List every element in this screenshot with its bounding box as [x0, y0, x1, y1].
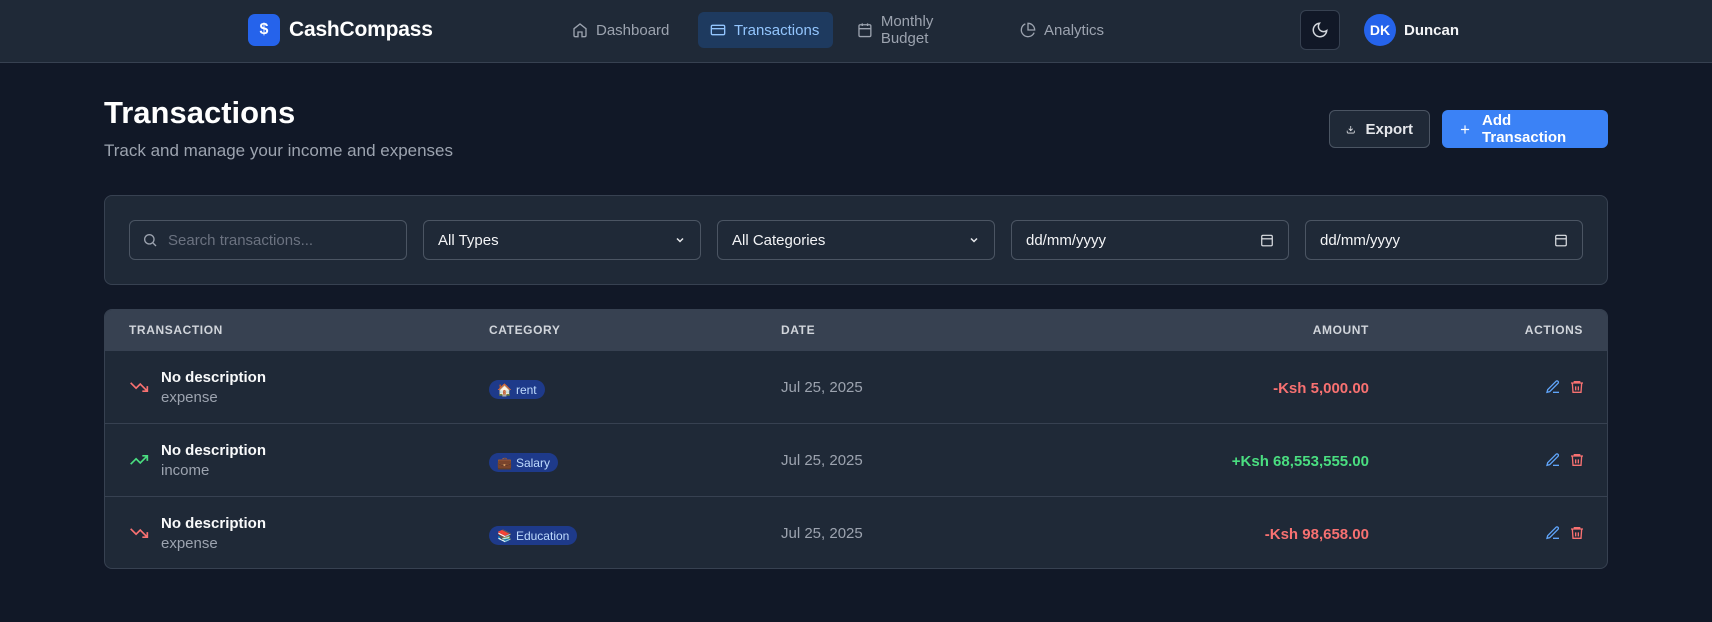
transaction-date: Jul 25, 2025: [781, 379, 863, 396]
nav-transactions-label: Transactions: [734, 21, 820, 39]
top-navbar: $ CashCompass Dashboard Transactions Mon…: [0, 0, 1712, 63]
header-date: DATE: [781, 323, 816, 337]
brand[interactable]: $ CashCompass: [248, 14, 433, 46]
category-select-value: All Categories: [732, 231, 826, 249]
nav-dashboard-label: Dashboard: [596, 21, 670, 39]
trash-icon[interactable]: [1569, 379, 1585, 395]
nav-dashboard[interactable]: Dashboard: [560, 12, 686, 48]
download-icon: [1346, 125, 1355, 133]
transaction-type: expense: [161, 389, 218, 406]
edit-icon[interactable]: [1545, 452, 1561, 468]
plus-icon: [1460, 124, 1470, 134]
nav-monthly-budget-label: Monthly Budget: [880, 13, 934, 47]
table-row[interactable]: No description expense 🏠 rent Jul 25, 20…: [105, 350, 1607, 423]
transaction-description: No description: [161, 369, 267, 386]
books-icon: 📚: [497, 528, 512, 543]
moon-icon: [1312, 22, 1328, 38]
house-icon: 🏠: [497, 382, 512, 397]
transaction-amount: -Ksh 98,658.00: [1264, 526, 1369, 543]
nav-analytics-label: Analytics: [1044, 21, 1105, 39]
chevron-down-icon: [970, 237, 978, 243]
header-amount: AMOUNT: [1312, 323, 1369, 337]
table-row[interactable]: No description expense 📚 Education Jul 2…: [105, 496, 1607, 568]
export-label: Export: [1365, 120, 1413, 138]
date-from-input[interactable]: dd/mm/yyyy: [1011, 220, 1289, 260]
page-title: Transactions: [104, 95, 296, 130]
type-select[interactable]: All Types: [423, 220, 701, 260]
transaction-date: Jul 25, 2025: [781, 452, 863, 469]
transaction-type: expense: [161, 535, 218, 552]
trash-icon[interactable]: [1569, 525, 1585, 541]
category-select[interactable]: All Categories: [717, 220, 995, 260]
transaction-amount: +Ksh 68,553,555.00: [1231, 453, 1369, 470]
transaction-date: Jul 25, 2025: [781, 525, 863, 542]
search-icon: [144, 234, 157, 247]
export-button[interactable]: Export: [1329, 110, 1430, 148]
category-badge: 🏠 rent: [489, 380, 545, 399]
date-from-value: dd/mm/yyyy: [1026, 231, 1107, 249]
edit-icon[interactable]: [1545, 379, 1561, 395]
transaction-description: No description: [161, 442, 267, 459]
category-badge: 💼 Salary: [489, 453, 558, 472]
theme-toggle-button[interactable]: [1300, 10, 1340, 50]
nav-transactions[interactable]: Transactions: [698, 12, 833, 48]
table-row[interactable]: No description income 💼 Salary Jul 25, 2…: [105, 423, 1607, 496]
pie-chart-icon: [1020, 22, 1036, 38]
category-badge: 📚 Education: [489, 526, 578, 545]
nav-analytics[interactable]: Analytics: [1008, 12, 1120, 48]
trending-down-icon: [130, 382, 149, 392]
user-menu[interactable]: DK Duncan: [1364, 14, 1459, 46]
calendar-icon: [1555, 234, 1567, 247]
credit-card-icon: [710, 24, 726, 36]
date-to-value: dd/mm/yyyy: [1320, 231, 1401, 249]
trending-down-icon: [130, 528, 149, 538]
edit-icon[interactable]: [1545, 525, 1561, 541]
briefcase-icon: 💼: [497, 455, 512, 470]
category-label: Salary: [515, 455, 550, 470]
chevron-down-icon: [676, 237, 684, 243]
search-placeholder: Search transactions...: [168, 231, 314, 249]
header-category: CATEGORY: [489, 323, 561, 337]
transactions-table: TRANSACTION CATEGORY DATE AMOUNT ACTIONS…: [104, 309, 1608, 569]
date-to-input[interactable]: dd/mm/yyyy: [1305, 220, 1583, 260]
app-name: CashCompass: [289, 18, 433, 41]
filter-panel: Search transactions... All Types All Cat…: [104, 195, 1608, 285]
header-transaction: TRANSACTION: [129, 323, 223, 337]
table-header: TRANSACTION CATEGORY DATE AMOUNT ACTIONS: [105, 310, 1607, 350]
trash-icon[interactable]: [1569, 452, 1585, 468]
nav-monthly-budget[interactable]: Monthly Budget: [845, 12, 996, 48]
category-label: Education: [515, 528, 570, 543]
calendar-icon: [1261, 234, 1273, 247]
add-transaction-button[interactable]: Add Transaction: [1442, 110, 1608, 148]
transaction-type: income: [161, 462, 210, 479]
header-actions: ACTIONS: [1524, 323, 1583, 337]
trending-up-icon: [130, 455, 149, 465]
user-name: Duncan: [1404, 21, 1460, 39]
add-transaction-label: Add Transaction: [1482, 112, 1567, 146]
avatar: DK: [1364, 14, 1396, 46]
calendar-icon: [858, 23, 872, 38]
transaction-description: No description: [161, 515, 267, 532]
category-label: rent: [515, 382, 537, 397]
type-select-value: All Types: [438, 231, 499, 249]
dollar-logo-icon: $: [248, 14, 280, 46]
home-icon: [573, 23, 587, 38]
transaction-amount: -Ksh 5,000.00: [1273, 380, 1369, 397]
search-input[interactable]: Search transactions...: [129, 220, 407, 260]
main-nav: Dashboard Transactions Monthly Budget An…: [560, 12, 1120, 48]
page-subtitle: Track and manage your income and expense…: [104, 141, 454, 160]
